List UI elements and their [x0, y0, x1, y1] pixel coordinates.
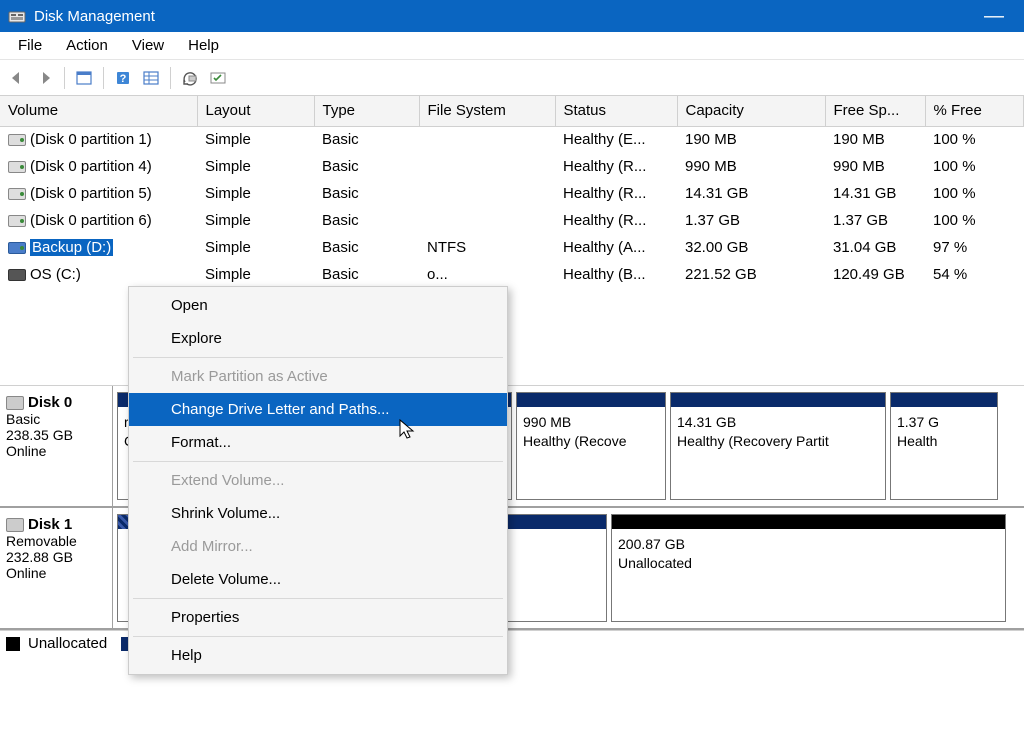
- col-filesystem[interactable]: File System: [419, 96, 555, 126]
- svg-text:?: ?: [120, 73, 127, 85]
- disk-info: Disk 1Removable232.88 GBOnline: [0, 508, 113, 628]
- menubar: File Action View Help: [0, 32, 1024, 60]
- help-icon[interactable]: ?: [110, 65, 136, 91]
- ctx-open[interactable]: Open: [129, 289, 507, 322]
- volume-row[interactable]: Backup (D:)SimpleBasicNTFSHealthy (A...3…: [0, 234, 1024, 261]
- partition[interactable]: 14.31 GBHealthy (Recovery Partit: [670, 392, 886, 500]
- disk-info: Disk 0Basic238.35 GBOnline: [0, 386, 113, 506]
- cursor-icon: [398, 418, 418, 445]
- window-title: Disk Management: [34, 8, 972, 25]
- ctx-extend-volume: Extend Volume...: [129, 464, 507, 497]
- ctx-properties[interactable]: Properties: [129, 601, 507, 634]
- col-pct[interactable]: % Free: [925, 96, 1024, 126]
- volume-row[interactable]: OS (C:)SimpleBasico...Healthy (B...221.5…: [0, 261, 1024, 288]
- forward-button[interactable]: [32, 65, 58, 91]
- col-layout[interactable]: Layout: [197, 96, 314, 126]
- toolbar: ?: [0, 60, 1024, 96]
- refresh-icon[interactable]: [177, 65, 203, 91]
- legend-unallocated: Unallocated: [28, 635, 107, 652]
- volume-row[interactable]: (Disk 0 partition 1)SimpleBasicHealthy (…: [0, 126, 1024, 153]
- ctx-change-drive-letter[interactable]: Change Drive Letter and Paths...: [129, 393, 507, 426]
- menu-view[interactable]: View: [120, 33, 176, 58]
- properties-icon[interactable]: [71, 65, 97, 91]
- menu-file[interactable]: File: [6, 33, 54, 58]
- col-volume[interactable]: Volume: [0, 96, 197, 126]
- app-icon: [8, 8, 26, 24]
- ctx-shrink-volume[interactable]: Shrink Volume...: [129, 497, 507, 530]
- col-capacity[interactable]: Capacity: [677, 96, 825, 126]
- volume-row[interactable]: (Disk 0 partition 6)SimpleBasicHealthy (…: [0, 207, 1024, 234]
- table-view-icon[interactable]: [138, 65, 164, 91]
- ctx-mark-active: Mark Partition as Active: [129, 360, 507, 393]
- volume-row[interactable]: (Disk 0 partition 5)SimpleBasicHealthy (…: [0, 180, 1024, 207]
- back-button[interactable]: [4, 65, 30, 91]
- menu-action[interactable]: Action: [54, 33, 120, 58]
- ctx-help[interactable]: Help: [129, 639, 507, 672]
- titlebar: Disk Management —: [0, 0, 1024, 32]
- settings-icon[interactable]: [205, 65, 231, 91]
- col-free[interactable]: Free Sp...: [825, 96, 925, 126]
- ctx-format[interactable]: Format...: [129, 426, 507, 459]
- menu-help[interactable]: Help: [176, 33, 231, 58]
- col-type[interactable]: Type: [314, 96, 419, 126]
- partition[interactable]: 1.37 GHealth: [890, 392, 998, 500]
- context-menu: Open Explore Mark Partition as Active Ch…: [128, 286, 508, 675]
- ctx-delete-volume[interactable]: Delete Volume...: [129, 563, 507, 596]
- column-headers[interactable]: Volume Layout Type File System Status Ca…: [0, 96, 1024, 126]
- ctx-explore[interactable]: Explore: [129, 322, 507, 355]
- col-status[interactable]: Status: [555, 96, 677, 126]
- partition[interactable]: 200.87 GBUnallocated: [611, 514, 1006, 622]
- minimize-button[interactable]: —: [972, 5, 1016, 28]
- partition[interactable]: 990 MBHealthy (Recove: [516, 392, 666, 500]
- ctx-add-mirror: Add Mirror...: [129, 530, 507, 563]
- volume-row[interactable]: (Disk 0 partition 4)SimpleBasicHealthy (…: [0, 153, 1024, 180]
